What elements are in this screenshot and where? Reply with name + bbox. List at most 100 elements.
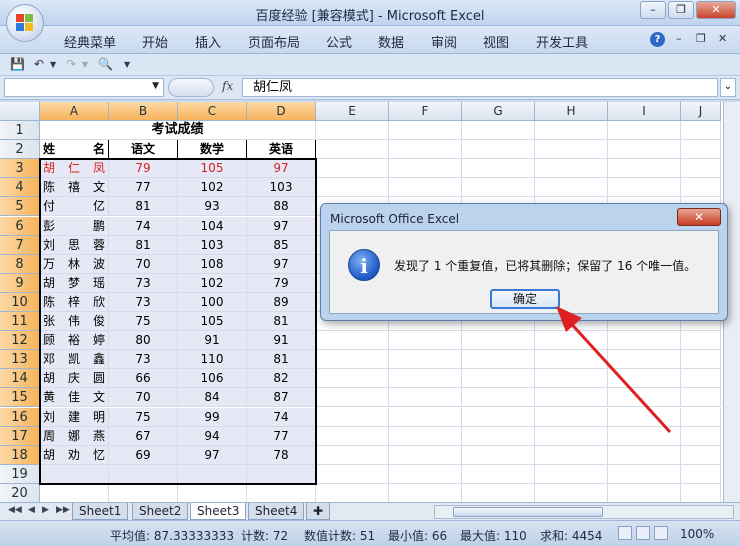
header-cell[interactable]: 语文 xyxy=(109,140,178,160)
page-break-view-icon[interactable] xyxy=(654,526,668,540)
name-cell[interactable]: 陈禧文 xyxy=(40,178,109,198)
undo-icon[interactable]: ↶ xyxy=(34,57,44,71)
cell[interactable] xyxy=(535,483,608,502)
header-cell[interactable]: 数学 xyxy=(178,140,247,160)
cell[interactable] xyxy=(608,388,681,408)
cell[interactable] xyxy=(681,388,721,408)
cell[interactable] xyxy=(535,464,608,484)
cell[interactable] xyxy=(608,407,681,427)
cell[interactable] xyxy=(608,331,681,351)
customize-toolbar-icon[interactable]: ▼ xyxy=(124,60,130,69)
score-cell[interactable]: 69 xyxy=(109,445,178,465)
cell[interactable] xyxy=(608,483,681,502)
cell[interactable] xyxy=(316,407,389,427)
cell[interactable] xyxy=(316,483,389,502)
row-header[interactable]: 13 xyxy=(0,350,40,370)
cell[interactable] xyxy=(608,140,681,160)
score-cell[interactable]: 106 xyxy=(178,369,247,389)
score-cell[interactable]: 67 xyxy=(109,426,178,446)
tab-view[interactable]: 视图 xyxy=(483,32,509,51)
row-header[interactable]: 16 xyxy=(0,407,40,427)
cell[interactable] xyxy=(462,388,535,408)
score-cell[interactable]: 88 xyxy=(247,197,316,217)
cell[interactable] xyxy=(109,483,178,502)
cell[interactable] xyxy=(40,464,109,484)
cell[interactable] xyxy=(316,140,389,160)
cell[interactable] xyxy=(462,121,535,141)
cell[interactable] xyxy=(389,445,462,465)
cell[interactable] xyxy=(389,178,462,198)
cell[interactable] xyxy=(681,464,721,484)
cell[interactable] xyxy=(316,159,389,179)
row-header[interactable]: 18 xyxy=(0,445,40,465)
header-cell[interactable]: 英语 xyxy=(247,140,316,160)
column-header-a[interactable]: A xyxy=(40,102,109,121)
save-icon[interactable]: 💾 xyxy=(10,57,25,71)
cell[interactable] xyxy=(462,178,535,198)
score-cell[interactable]: 81 xyxy=(109,197,178,217)
formula-input[interactable]: 胡仁凤 xyxy=(242,78,718,97)
ribbon-close-icon[interactable]: ✕ xyxy=(718,32,727,45)
cell[interactable] xyxy=(608,350,681,370)
cell[interactable] xyxy=(316,121,389,141)
cell[interactable] xyxy=(247,483,316,502)
column-header-b[interactable]: B xyxy=(109,102,178,121)
redo-icon[interactable]: ↷ xyxy=(66,57,76,71)
score-cell[interactable]: 87 xyxy=(247,388,316,408)
score-cell[interactable]: 91 xyxy=(178,331,247,351)
next-sheet-icon[interactable]: ▶ xyxy=(42,505,49,515)
score-cell[interactable]: 89 xyxy=(247,292,316,312)
score-cell[interactable]: 74 xyxy=(109,216,178,236)
zoom-level[interactable]: 100% xyxy=(680,527,714,541)
row-header[interactable]: 14 xyxy=(0,369,40,389)
row-header[interactable]: 8 xyxy=(0,254,40,274)
score-cell[interactable]: 81 xyxy=(247,312,316,332)
cell[interactable] xyxy=(608,178,681,198)
ribbon-minimize-icon[interactable]: – xyxy=(676,32,682,45)
cell[interactable] xyxy=(389,121,462,141)
score-cell[interactable]: 97 xyxy=(178,445,247,465)
name-cell[interactable]: 周娜燕 xyxy=(40,426,109,446)
name-cell[interactable]: 胡梦瑶 xyxy=(40,273,109,293)
score-cell[interactable]: 70 xyxy=(109,254,178,274)
score-cell[interactable]: 79 xyxy=(247,273,316,293)
minimize-button[interactable]: – xyxy=(640,1,666,19)
expand-formula-bar-icon[interactable]: ⌄ xyxy=(720,78,736,97)
cell[interactable] xyxy=(389,369,462,389)
tab-formulas[interactable]: 公式 xyxy=(326,32,352,51)
row-header[interactable]: 3 xyxy=(0,159,40,179)
score-cell[interactable]: 91 xyxy=(247,331,316,351)
cell[interactable] xyxy=(109,464,178,484)
cell[interactable] xyxy=(462,159,535,179)
cell[interactable] xyxy=(462,350,535,370)
tab-home[interactable]: 开始 xyxy=(142,32,168,51)
cell[interactable] xyxy=(535,350,608,370)
score-cell[interactable]: 103 xyxy=(247,178,316,198)
column-header-f[interactable]: F xyxy=(389,102,462,121)
undo-dropdown-icon[interactable]: ▼ xyxy=(50,60,56,69)
cell[interactable] xyxy=(681,331,721,351)
cell[interactable] xyxy=(389,159,462,179)
cell[interactable] xyxy=(535,388,608,408)
score-cell[interactable]: 100 xyxy=(178,292,247,312)
cell[interactable] xyxy=(247,464,316,484)
column-header-g[interactable]: G xyxy=(462,102,535,121)
page-layout-view-icon[interactable] xyxy=(636,526,650,540)
cell[interactable] xyxy=(462,483,535,502)
score-cell[interactable]: 93 xyxy=(178,197,247,217)
name-cell[interactable]: 万林波 xyxy=(40,254,109,274)
sheet-tab-4[interactable]: Sheet4 xyxy=(248,503,305,520)
cell[interactable] xyxy=(535,178,608,198)
normal-view-icon[interactable] xyxy=(618,526,632,540)
tab-classic-menu[interactable]: 经典菜单 xyxy=(64,32,116,51)
tab-insert[interactable]: 插入 xyxy=(195,32,221,51)
cell[interactable] xyxy=(462,140,535,160)
sheet-tab-2[interactable]: Sheet2 xyxy=(132,503,189,520)
score-cell[interactable]: 81 xyxy=(109,235,178,255)
name-cell[interactable]: 胡劝忆 xyxy=(40,445,109,465)
name-cell[interactable]: 陈梓欣 xyxy=(40,292,109,312)
score-cell[interactable]: 81 xyxy=(247,350,316,370)
cell[interactable] xyxy=(608,121,681,141)
horizontal-scrollbar[interactable] xyxy=(434,505,734,519)
ok-button[interactable]: 确定 xyxy=(490,289,560,309)
